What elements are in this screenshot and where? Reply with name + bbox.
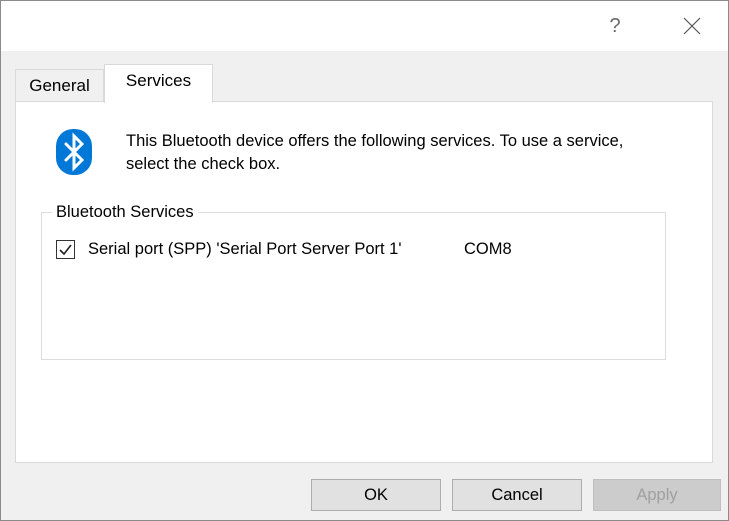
service-checkbox[interactable] (56, 239, 75, 259)
group-legend: Bluetooth Services (52, 201, 198, 223)
help-button[interactable]: ? (592, 1, 638, 51)
service-port: COM8 (464, 240, 512, 258)
bluetooth-properties-dialog: ? General Services This Bluetooth device… (0, 0, 729, 521)
cancel-button[interactable]: Cancel (452, 479, 582, 511)
close-button[interactable] (665, 1, 719, 51)
bluetooth-services-group (41, 212, 666, 360)
service-name: Serial port (SPP) 'Serial Port Server Po… (88, 239, 402, 258)
title-bar: ? (1, 1, 728, 51)
tab-services[interactable]: Services (104, 64, 213, 103)
checkmark-icon (59, 244, 72, 255)
bluetooth-icon (56, 129, 92, 175)
intro-text: This Bluetooth device offers the followi… (126, 132, 624, 173)
service-row: Serial port (SPP) 'Serial Port Server Po… (56, 237, 402, 261)
close-icon (683, 17, 701, 35)
apply-button[interactable]: Apply (593, 479, 721, 511)
tab-general[interactable]: General (15, 69, 104, 102)
ok-button[interactable]: OK (311, 479, 441, 511)
